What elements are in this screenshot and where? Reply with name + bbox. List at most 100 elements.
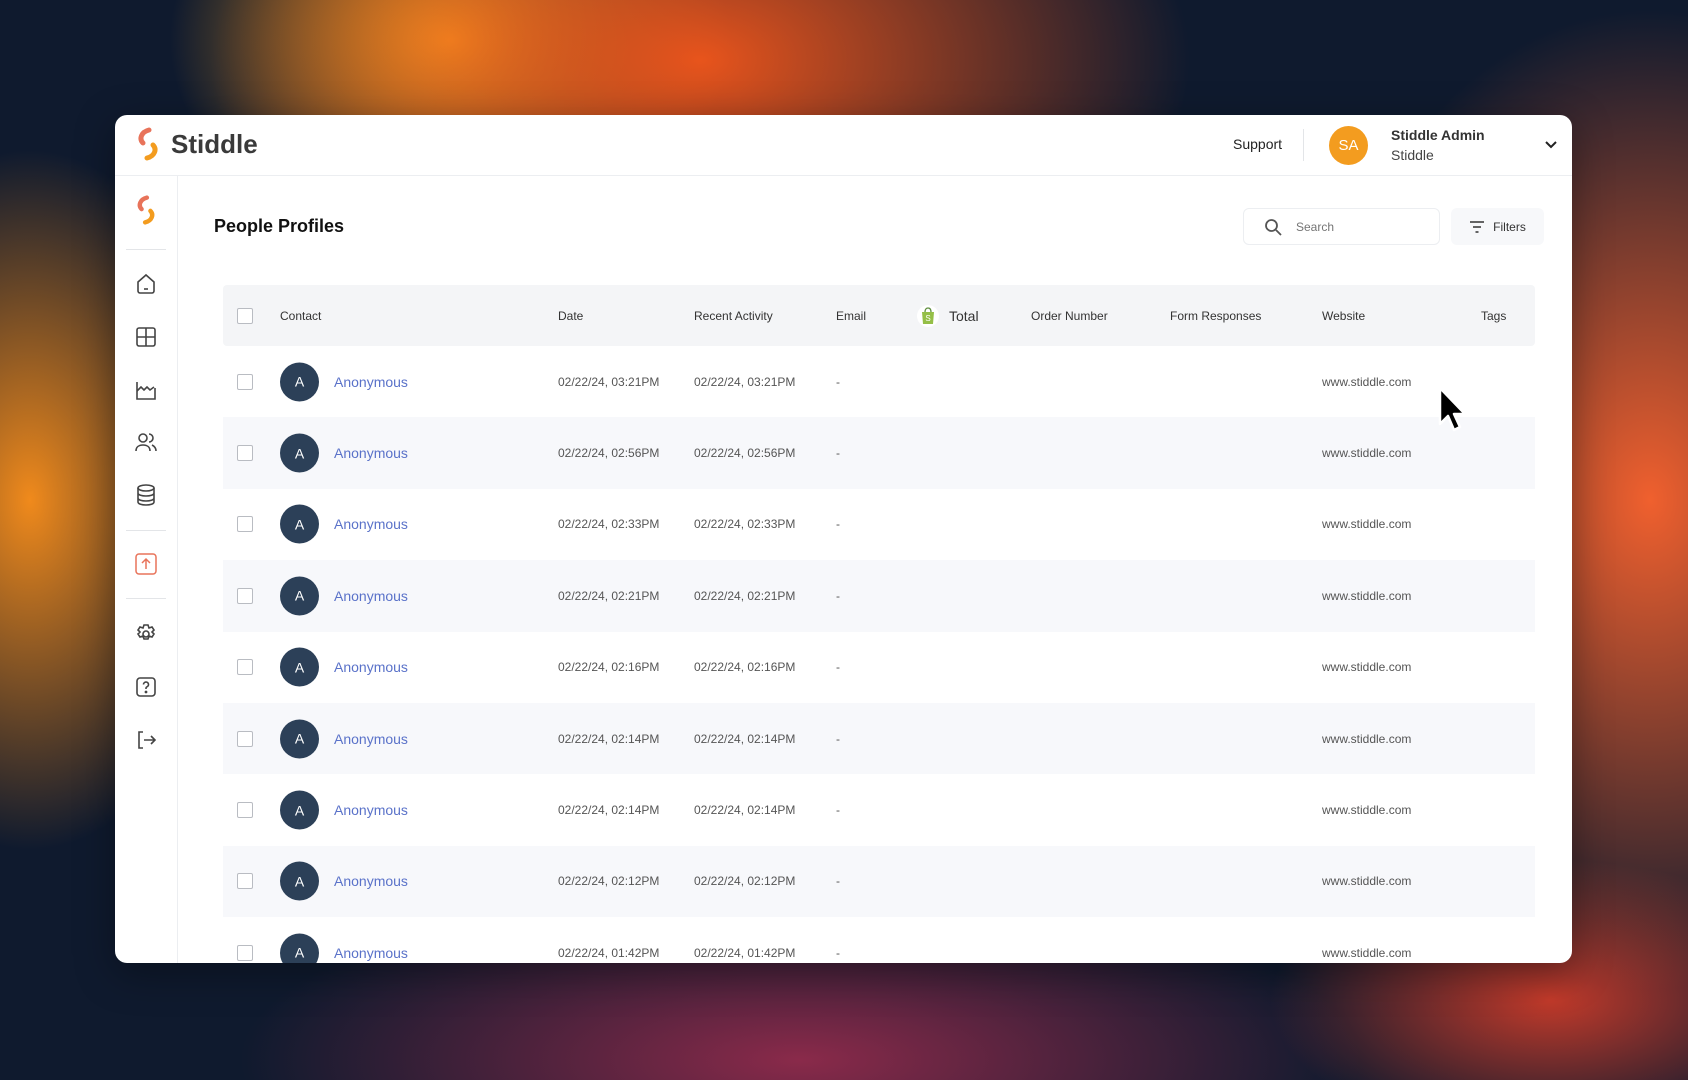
column-header-order-number[interactable]: Order Number	[1031, 309, 1108, 323]
analytics-icon[interactable]	[134, 378, 158, 402]
avatar: A	[280, 861, 319, 901]
avatar: A	[280, 790, 319, 830]
gear-icon[interactable]	[134, 622, 158, 646]
row-checkbox[interactable]	[237, 873, 253, 890]
row-checkbox[interactable]	[237, 802, 253, 819]
column-header-website[interactable]: Website	[1322, 309, 1365, 323]
contact-name-link[interactable]: Anonymous	[334, 588, 408, 604]
column-header-form-responses[interactable]: Form Responses	[1170, 309, 1261, 323]
help-icon[interactable]	[134, 675, 158, 699]
recent-activity-cell: 02/22/24, 02:14PM	[694, 803, 796, 818]
email-cell: -	[836, 731, 840, 746]
table-row[interactable]: A Anonymous 02/22/24, 03:21PM 02/22/24, …	[223, 346, 1535, 417]
contact-name-link[interactable]: Anonymous	[334, 445, 408, 461]
row-checkbox[interactable]	[237, 730, 253, 747]
website-cell: www.stiddle.com	[1322, 517, 1412, 532]
table-header: Contact Date Recent Activity Email S Tot…	[223, 285, 1535, 346]
upload-icon[interactable]	[134, 552, 158, 576]
chevron-down-icon[interactable]	[1543, 137, 1559, 153]
website-cell: www.stiddle.com	[1322, 588, 1412, 603]
filters-label: Filters	[1493, 219, 1526, 234]
brand-logo[interactable]: Stiddle	[135, 127, 258, 161]
date-cell: 02/22/24, 01:42PM	[558, 945, 660, 960]
email-cell: -	[836, 945, 840, 960]
table-row[interactable]: A Anonymous 02/22/24, 02:21PM 02/22/24, …	[223, 560, 1535, 632]
table-row[interactable]: A Anonymous 02/22/24, 02:16PM 02/22/24, …	[223, 632, 1535, 703]
website-cell: www.stiddle.com	[1322, 446, 1412, 461]
user-name: Stiddle Admin	[1391, 127, 1485, 143]
support-link[interactable]: Support	[1233, 136, 1282, 152]
contact-name-link[interactable]: Anonymous	[334, 516, 408, 532]
user-org: Stiddle	[1391, 147, 1434, 163]
contact-name-link[interactable]: Anonymous	[334, 873, 408, 889]
date-cell: 02/22/24, 02:14PM	[558, 731, 660, 746]
date-cell: 02/22/24, 02:33PM	[558, 517, 660, 532]
table-row[interactable]: A Anonymous 02/22/24, 02:14PM 02/22/24, …	[223, 774, 1535, 845]
avatar: A	[280, 647, 319, 687]
table-row[interactable]: A Anonymous 02/22/24, 02:12PM 02/22/24, …	[223, 845, 1535, 918]
avatar: A	[280, 433, 319, 473]
recent-activity-cell: 02/22/24, 01:42PM	[694, 945, 796, 960]
row-checkbox[interactable]	[237, 659, 253, 676]
recent-activity-cell: 02/22/24, 02:16PM	[694, 660, 796, 675]
stiddle-logo-icon[interactable]	[134, 195, 158, 225]
table-row[interactable]: A Anonymous 02/22/24, 02:56PM 02/22/24, …	[223, 417, 1535, 489]
email-cell: -	[836, 803, 840, 818]
email-cell: -	[836, 374, 840, 389]
filter-icon	[1470, 220, 1485, 233]
search-box[interactable]	[1243, 208, 1440, 245]
filters-button[interactable]: Filters	[1451, 208, 1544, 245]
column-header-date[interactable]: Date	[558, 309, 583, 323]
table-row[interactable]: A Anonymous 02/22/24, 02:14PM 02/22/24, …	[223, 702, 1535, 775]
recent-activity-cell: 02/22/24, 02:12PM	[694, 874, 796, 889]
recent-activity-cell: 02/22/24, 02:56PM	[694, 446, 796, 461]
email-cell: -	[836, 517, 840, 532]
table-row[interactable]: A Anonymous 02/22/24, 01:42PM 02/22/24, …	[223, 917, 1535, 963]
divider	[126, 530, 166, 531]
select-all-checkbox[interactable]	[237, 307, 253, 324]
divider	[126, 598, 166, 599]
people-icon[interactable]	[134, 430, 158, 454]
column-header-contact[interactable]: Contact	[280, 309, 321, 323]
row-checkbox[interactable]	[237, 587, 253, 604]
avatar: A	[280, 933, 319, 963]
brand-name: Stiddle	[171, 128, 258, 159]
row-checkbox[interactable]	[237, 944, 253, 961]
search-icon	[1265, 218, 1282, 236]
column-header-tags[interactable]: Tags	[1481, 309, 1506, 323]
date-cell: 02/22/24, 02:56PM	[558, 446, 660, 461]
stiddle-logo-icon	[138, 127, 158, 161]
contact-name-link[interactable]: Anonymous	[334, 731, 408, 747]
website-cell: www.stiddle.com	[1322, 731, 1412, 746]
website-cell: www.stiddle.com	[1322, 803, 1412, 818]
email-cell: -	[836, 660, 840, 675]
column-header-recent-activity[interactable]: Recent Activity	[694, 309, 773, 323]
contact-name-link[interactable]: Anonymous	[334, 802, 408, 818]
contact-name-link[interactable]: Anonymous	[334, 374, 408, 390]
date-cell: 02/22/24, 03:21PM	[558, 374, 660, 389]
app-window: Stiddle Support SA Stiddle Admin Stiddle…	[115, 115, 1572, 963]
row-checkbox[interactable]	[237, 445, 253, 462]
email-cell: -	[836, 588, 840, 603]
row-checkbox[interactable]	[237, 516, 253, 533]
search-input[interactable]	[1296, 219, 1416, 234]
logout-icon[interactable]	[134, 728, 158, 752]
column-header-total[interactable]: S Total	[917, 304, 979, 328]
user-avatar[interactable]: SA	[1329, 126, 1368, 165]
website-cell: www.stiddle.com	[1322, 945, 1412, 960]
row-checkbox[interactable]	[237, 373, 253, 390]
contact-name-link[interactable]: Anonymous	[334, 945, 408, 961]
database-icon[interactable]	[134, 483, 158, 507]
column-header-email[interactable]: Email	[836, 309, 866, 323]
table-row[interactable]: A Anonymous 02/22/24, 02:33PM 02/22/24, …	[223, 489, 1535, 560]
total-label: Total	[949, 307, 979, 324]
contact-name-link[interactable]: Anonymous	[334, 659, 408, 675]
page-title: People Profiles	[214, 216, 345, 236]
recent-activity-cell: 02/22/24, 02:33PM	[694, 517, 796, 532]
recent-activity-cell: 02/22/24, 02:14PM	[694, 731, 796, 746]
avatar: A	[280, 719, 319, 759]
email-cell: -	[836, 446, 840, 461]
dashboard-icon[interactable]	[134, 325, 158, 349]
recent-activity-cell: 02/22/24, 03:21PM	[694, 374, 796, 389]
home-icon[interactable]	[134, 272, 158, 296]
